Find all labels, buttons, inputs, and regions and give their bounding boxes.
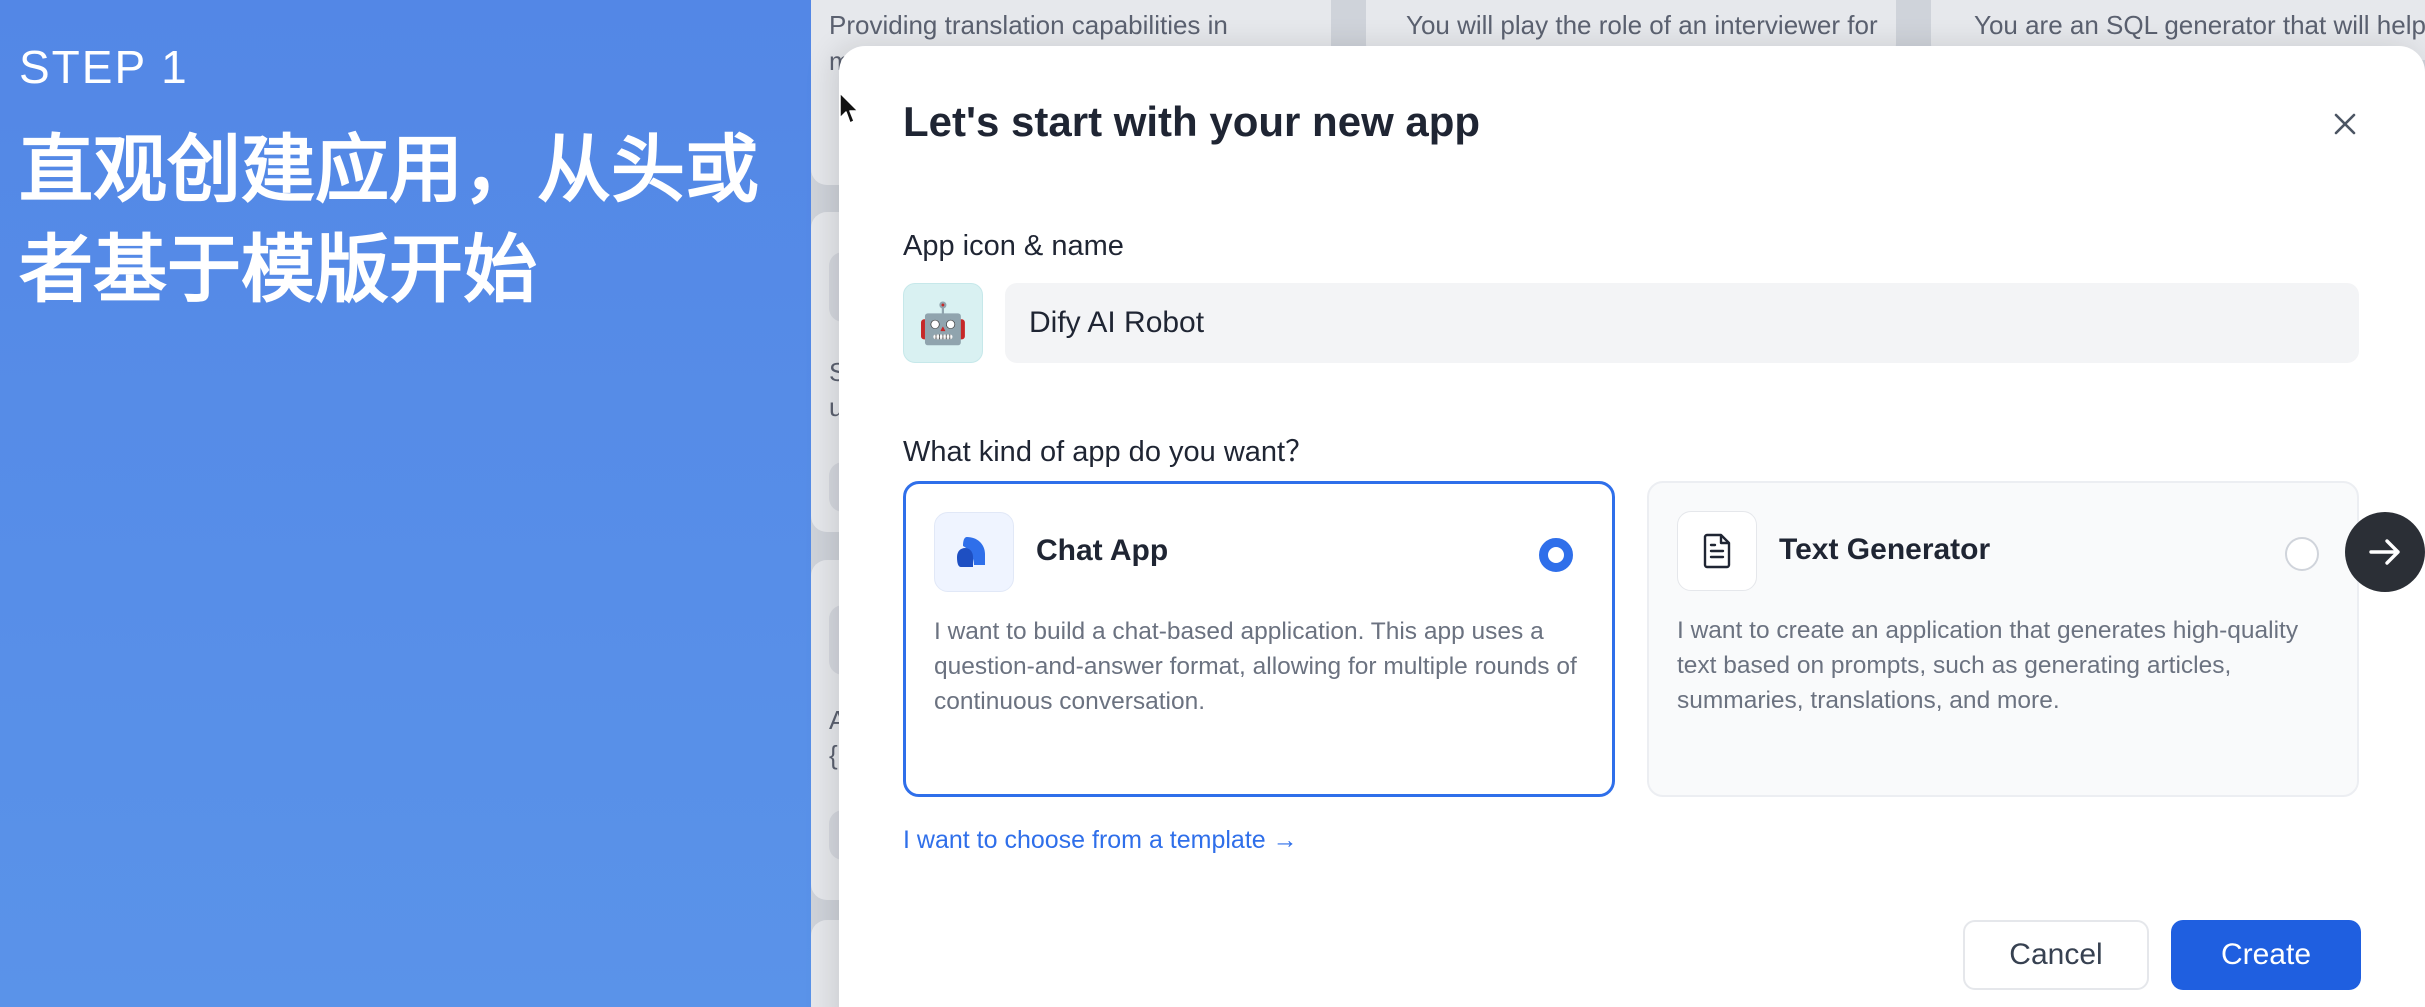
chat-app-radio[interactable] [1539,538,1573,572]
cancel-button[interactable]: Cancel [1963,920,2149,990]
create-app-modal: Let's start with your new app App icon &… [839,46,2425,1007]
close-icon [2334,113,2356,135]
app-kind-label: What kind of app do you want？ [903,436,1315,468]
choose-template-link[interactable]: I want to choose from a template → [903,826,1298,855]
close-button[interactable] [2323,102,2367,146]
text-generator-radio[interactable] [2285,537,2319,571]
app-type-text-generator[interactable]: Text Generator I want to create an appli… [1647,481,2359,797]
template-card-text: You are an SQL generator that will help [1974,10,2425,40]
template-card-text: Providing translation capabilities in [829,10,1228,40]
app-type-chat-app[interactable]: Chat App I want to build a chat-based ap… [903,481,1615,797]
chat-bubbles-icon [934,512,1014,592]
mouse-cursor-icon [839,92,859,124]
app-icon-picker[interactable]: 🤖 [903,283,983,363]
app-type-description: I want to create an application that gen… [1677,617,2299,714]
template-card-text: { [829,740,838,770]
document-icon [1677,511,1757,591]
arrow-right-icon [2369,539,2400,565]
promo-panel: STEP 1 直观创建应用，从头或者基于模版开始 [0,0,811,1007]
create-button[interactable]: Create [2171,920,2361,990]
app-type-title: Text Generator [1779,533,1991,566]
app-type-title: Chat App [1036,534,1169,567]
promo-headline: 直观创建应用，从头或者基于模版开始 [19,127,759,313]
app-type-description: I want to build a chat-based application… [934,618,1577,715]
modal-title: Let's start with your new app [903,98,1481,145]
app-name-input[interactable] [1005,283,2359,363]
step-label: STEP 1 [19,41,189,93]
robot-icon: 🤖 [918,301,968,346]
app-icon-name-label: App icon & name [903,230,1124,262]
template-card-text: You will play the role of an interviewer… [1406,10,1878,40]
next-step-button[interactable] [2345,512,2425,592]
